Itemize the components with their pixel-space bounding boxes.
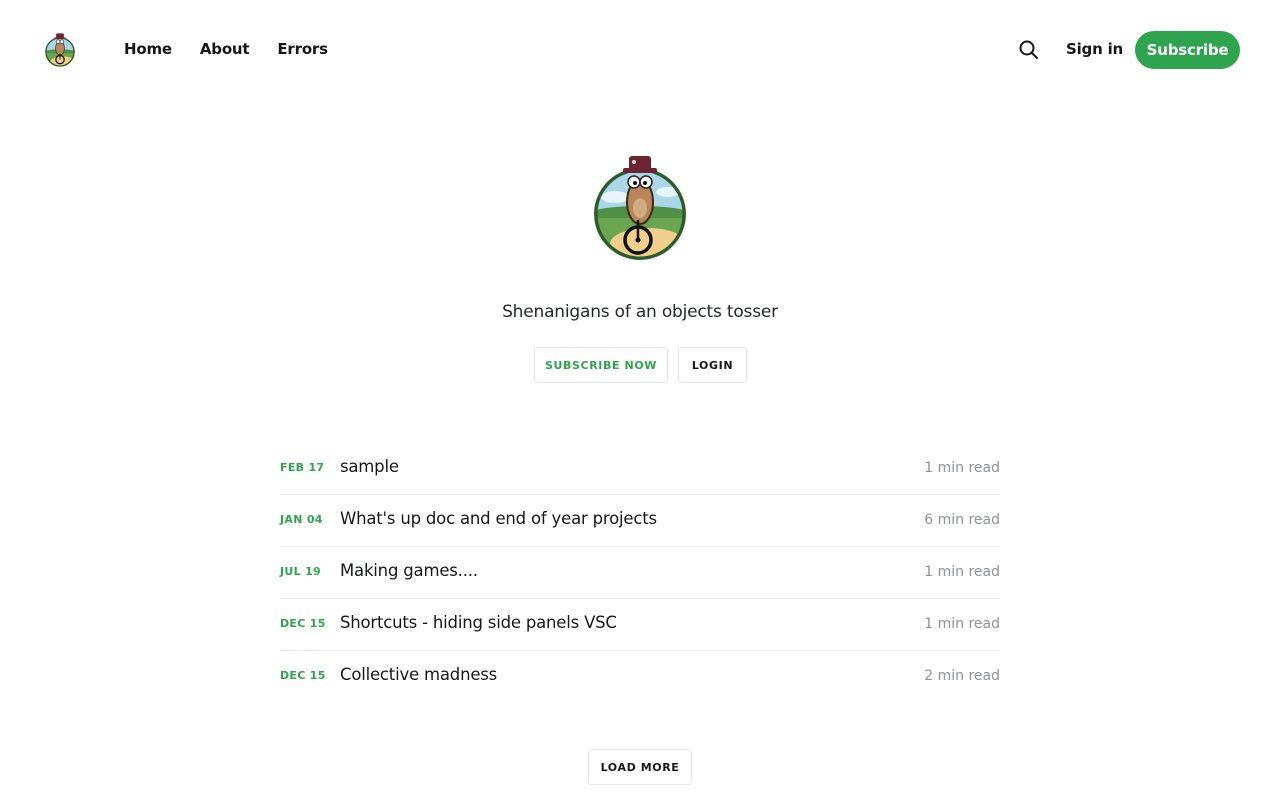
post-date: FEB 17 [280, 461, 325, 474]
post-reading-time: 6 min read [924, 512, 1000, 528]
post-title[interactable]: Making games.... [340, 561, 478, 580]
post-reading-time: 2 min read [924, 668, 1000, 684]
site-header: Home About Errors Sign in Subscribe [0, 0, 1280, 100]
post-title[interactable]: Shortcuts - hiding side panels VSC [340, 613, 617, 632]
site-logo[interactable] [44, 32, 76, 68]
post-date: JUL 19 [280, 565, 321, 578]
post-title[interactable]: What's up doc and end of year projects [340, 509, 657, 528]
main-nav: Home About Errors [124, 38, 328, 60]
signin-link[interactable]: Sign in [1066, 38, 1123, 60]
post-item[interactable]: DEC 15 Collective madness 2 min read [280, 651, 1000, 703]
post-date: DEC 15 [280, 617, 326, 630]
post-item[interactable]: JUL 19 Making games.... 1 min read [280, 547, 1000, 599]
post-date: JAN 04 [280, 513, 323, 526]
post-list: FEB 17 sample 1 min read JAN 04 What's u… [280, 443, 1000, 703]
nav-about[interactable]: About [200, 38, 250, 60]
post-title[interactable]: Collective madness [340, 665, 497, 684]
post-item[interactable]: JAN 04 What's up doc and end of year pro… [280, 495, 1000, 547]
load-more-button[interactable]: LOAD MORE [588, 749, 692, 785]
post-reading-time: 1 min read [924, 460, 1000, 476]
subscribe-button[interactable]: Subscribe [1135, 31, 1240, 69]
post-date: DEC 15 [280, 669, 326, 682]
nav-errors[interactable]: Errors [277, 38, 328, 60]
post-title[interactable]: sample [340, 457, 399, 476]
post-reading-time: 1 min read [924, 564, 1000, 580]
login-button[interactable]: LOGIN [678, 347, 747, 383]
post-item[interactable]: FEB 17 sample 1 min read [280, 443, 1000, 495]
hero-actions: SUBSCRIBE NOW LOGIN [534, 347, 747, 383]
subscribe-now-button[interactable]: SUBSCRIBE NOW [534, 347, 668, 383]
site-tagline: Shenanigans of an objects tosser [502, 302, 778, 322]
search-icon[interactable] [1017, 38, 1041, 62]
publication-logo [590, 152, 690, 264]
post-item[interactable]: DEC 15 Shortcuts - hiding side panels VS… [280, 599, 1000, 651]
nav-home[interactable]: Home [124, 38, 172, 60]
post-reading-time: 1 min read [924, 616, 1000, 632]
